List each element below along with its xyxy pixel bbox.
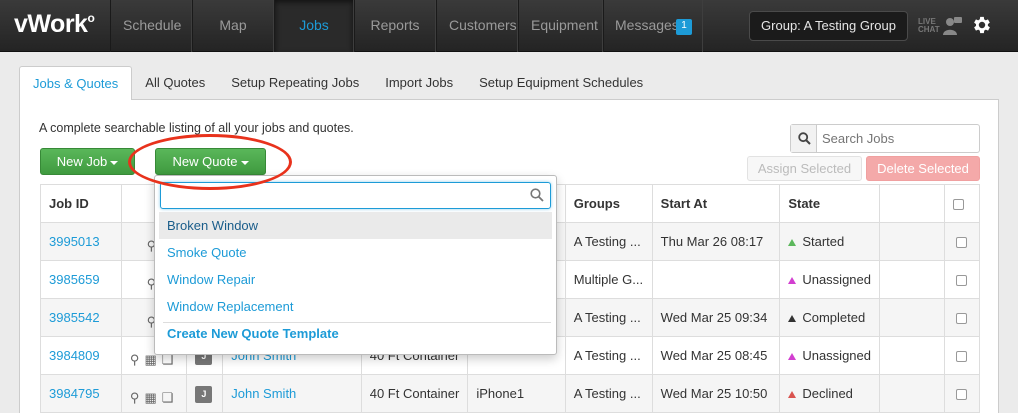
create-quote-template-link[interactable]: Create New Quote Template [167, 325, 339, 343]
state-cell: Unassigned [779, 260, 881, 299]
search-input[interactable] [818, 125, 978, 152]
groups-cell: A Testing ... [564, 298, 653, 337]
state-label: Started [802, 234, 845, 249]
caret-down-icon [110, 160, 119, 165]
nav-jobs[interactable]: Jobs [274, 0, 354, 52]
copy-icon[interactable]: ❏ [162, 390, 174, 405]
tab-jobs-quotes[interactable]: Jobs & Quotes [19, 66, 133, 100]
state-started-icon [788, 239, 797, 247]
nav-messages[interactable]: Messages 1 [603, 0, 703, 52]
tab-import-jobs[interactable]: Import Jobs [372, 66, 466, 100]
col-select-all [943, 184, 981, 223]
row-checkbox[interactable] [956, 351, 968, 363]
job-id-link[interactable]: 3984809 [49, 348, 100, 363]
search-button[interactable] [791, 125, 817, 152]
search-icon [798, 132, 811, 145]
start-at-cell: Wed Mar 25 10:50 [651, 374, 781, 413]
state-declined-icon [788, 391, 797, 399]
row-checkbox[interactable] [956, 313, 968, 325]
row-checkbox[interactable] [956, 237, 968, 249]
groups-cell: A Testing ... [564, 222, 653, 261]
job-id-link[interactable]: 3984795 [49, 386, 100, 401]
asset-cell: iPhone1 [467, 374, 566, 413]
live-chat-button[interactable]: LIVE CHAT [918, 16, 964, 36]
page-description: A complete searchable listing of all you… [39, 121, 354, 135]
col-extra [879, 184, 945, 223]
quote-template-item[interactable]: Window Replacement [159, 293, 552, 320]
search-icon [530, 188, 544, 202]
state-label: Unassigned [802, 348, 871, 363]
new-job-button[interactable]: New Job [40, 148, 135, 175]
groups-cell: A Testing ... [564, 374, 653, 413]
settings-gear-icon[interactable] [971, 14, 993, 36]
state-label: Declined [802, 386, 853, 401]
start-at-cell [651, 260, 781, 299]
vwork-logo[interactable]: vWorko [14, 10, 95, 39]
start-at-cell: Wed Mar 25 09:34 [651, 298, 781, 337]
annotation-highlight-ellipse [128, 134, 292, 190]
live-chat-label: LIVE CHAT [918, 18, 940, 34]
col-state[interactable]: State [779, 184, 881, 223]
assign-selected-button[interactable]: Assign Selected [747, 156, 862, 181]
logo-text: vWork [14, 10, 88, 38]
start-at-cell: Wed Mar 25 08:45 [651, 336, 781, 375]
select-all-checkbox[interactable] [952, 199, 964, 211]
nav-map[interactable]: Map [192, 0, 274, 52]
state-label: Completed [802, 310, 866, 325]
job-id-link[interactable]: 3995013 [49, 234, 100, 249]
tab-all-quotes[interactable]: All Quotes [132, 66, 218, 100]
calendar-icon[interactable]: ▦ [144, 390, 156, 405]
state-unassigned-icon [788, 277, 797, 285]
state-unassigned-icon [788, 353, 797, 361]
groups-cell: Multiple G... [564, 260, 653, 299]
dropdown-divider [163, 322, 551, 323]
new-job-label: New Job [56, 154, 108, 169]
job-type-badge: J [195, 385, 213, 403]
state-cell: Unassigned [779, 336, 881, 375]
location-pin-icon[interactable]: ⚲ [130, 352, 140, 367]
new-quote-dropdown: Broken Window Smoke Quote Window Repair … [154, 175, 557, 355]
top-navbar: vWorko Schedule Map Jobs Reports Custome… [0, 0, 1018, 52]
nav-reports[interactable]: Reports [354, 0, 436, 52]
tab-setup-equipment-schedules[interactable]: Setup Equipment Schedules [466, 66, 656, 100]
sub-tabs: Jobs & Quotes All Quotes Setup Repeating… [19, 66, 656, 100]
chat-user-icon [943, 17, 962, 35]
state-cell: Completed [779, 298, 881, 337]
groups-cell: A Testing ... [564, 336, 653, 375]
tab-setup-repeating-jobs[interactable]: Setup Repeating Jobs [218, 66, 372, 100]
col-job-id[interactable]: Job ID [40, 184, 122, 223]
start-at-cell: Thu Mar 26 08:17 [651, 222, 781, 261]
state-label: Unassigned [802, 272, 871, 287]
row-checkbox[interactable] [956, 275, 968, 287]
location-pin-icon[interactable]: ⚲ [130, 390, 140, 405]
state-completed-icon [788, 315, 797, 323]
nav-equipment[interactable]: Equipment [518, 0, 603, 52]
nav-messages-label: Messages [615, 17, 679, 33]
state-cell: Started [779, 222, 881, 261]
job-id-link[interactable]: 3985542 [49, 310, 100, 325]
job-id-link[interactable]: 3985659 [49, 272, 100, 287]
quote-template-item[interactable]: Broken Window [159, 212, 552, 239]
row-checkbox[interactable] [956, 389, 968, 401]
customer-link[interactable]: John Smith [231, 386, 296, 401]
main-nav: Schedule Map Jobs Reports Customers Equi… [110, 0, 703, 52]
template-cell: 40 Ft Container [360, 374, 469, 413]
col-start-at[interactable]: Start At [651, 184, 781, 223]
col-groups[interactable]: Groups [564, 184, 653, 223]
nav-customers[interactable]: Customers [436, 0, 518, 52]
nav-schedule[interactable]: Schedule [110, 0, 192, 52]
delete-selected-button[interactable]: Delete Selected [866, 156, 980, 181]
job-search [790, 124, 980, 153]
quote-template-item[interactable]: Window Repair [159, 266, 552, 293]
logo-mark-icon: o [87, 11, 95, 25]
messages-count-badge: 1 [676, 19, 692, 35]
live-chat-label-line2: CHAT [918, 25, 940, 34]
state-cell: Declined [779, 374, 881, 413]
table-row: 3984795 ⚲ ▦ ❏ J John Smith 40 Ft Container… [40, 374, 981, 413]
group-selector-button[interactable]: Group: A Testing Group [749, 11, 908, 41]
quote-template-item[interactable]: Smoke Quote [159, 239, 552, 266]
